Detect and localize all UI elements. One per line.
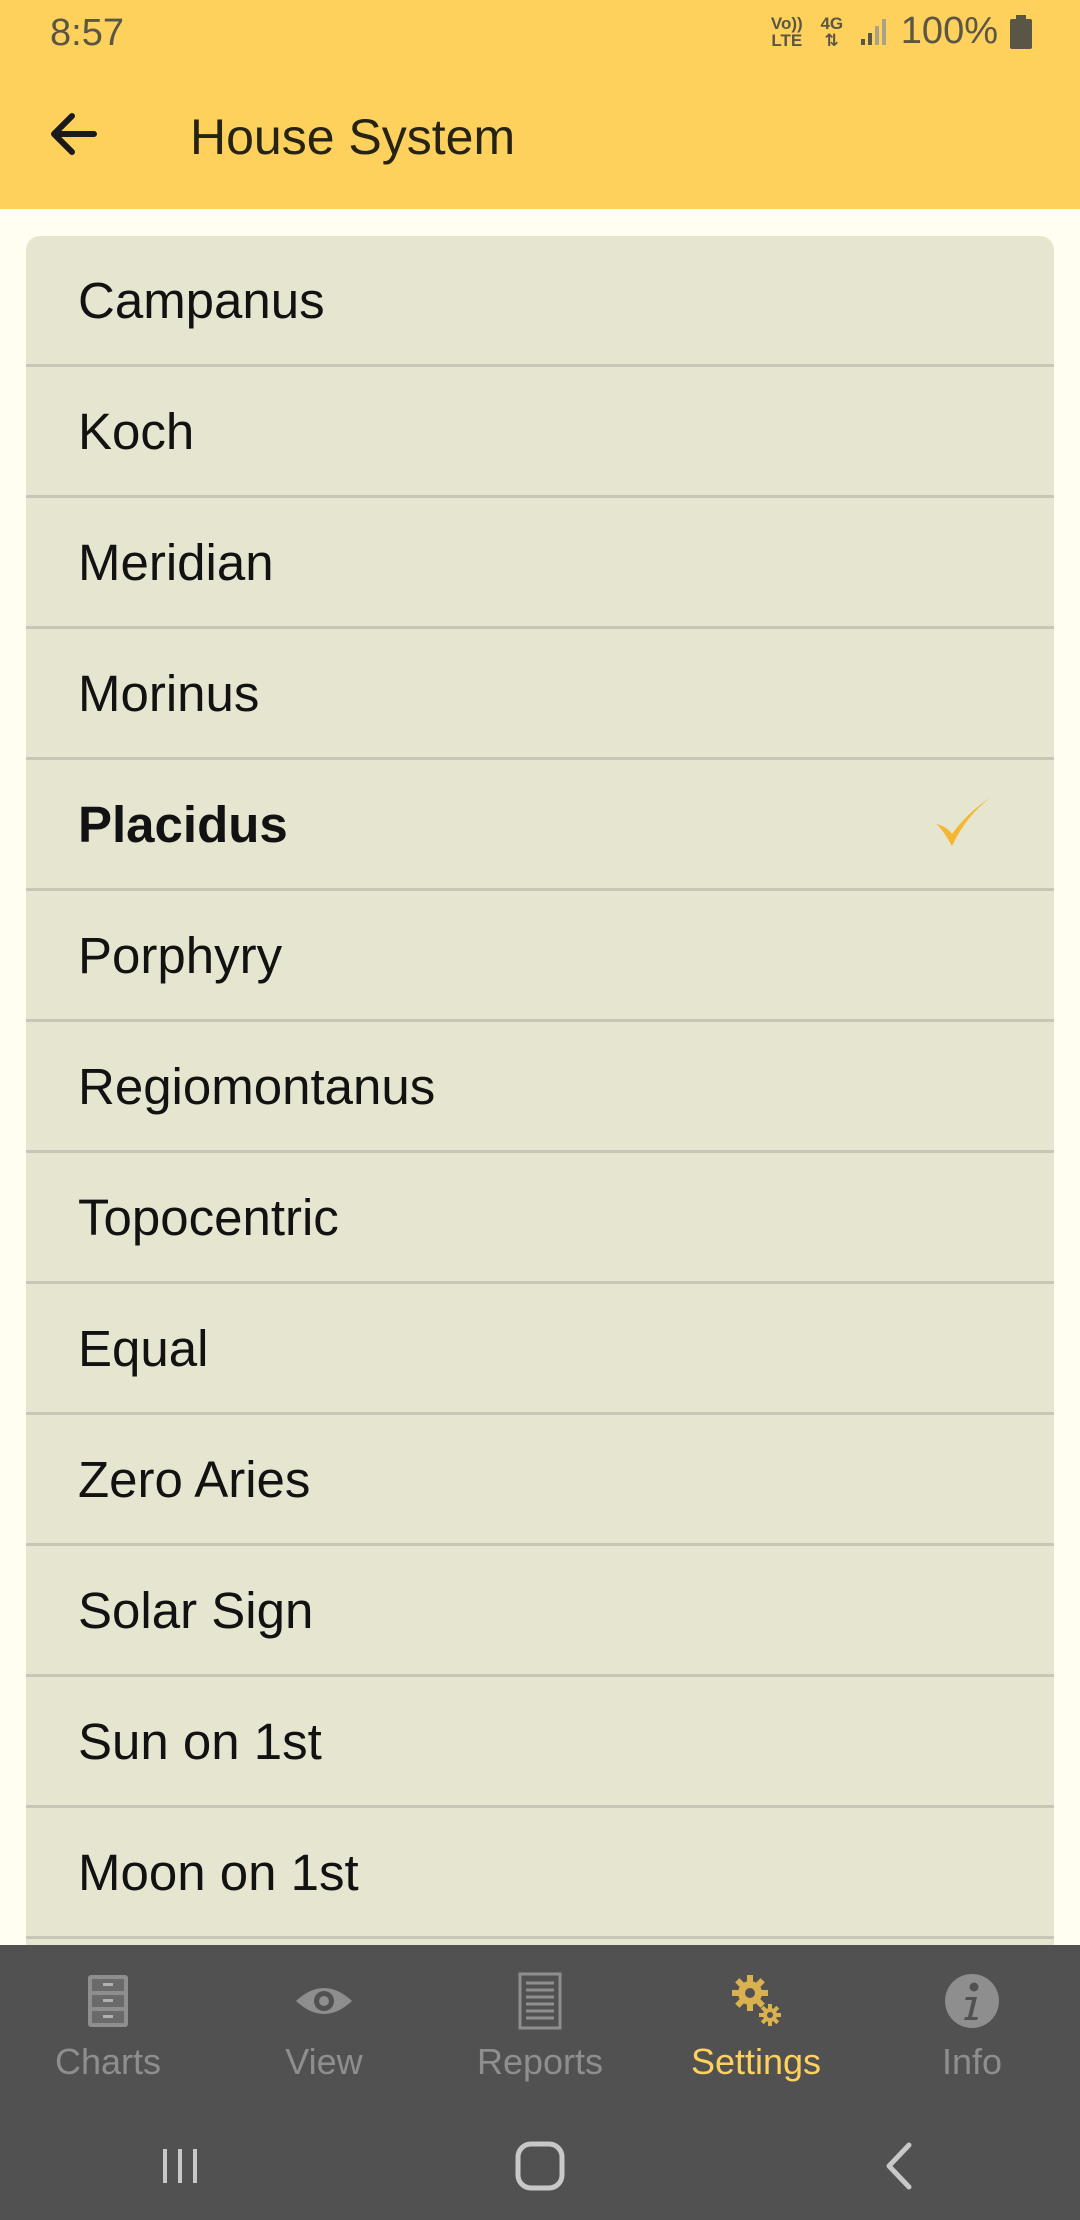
house-system-option[interactable]: Solar Sign [26, 1546, 1054, 1677]
eye-icon [296, 1988, 352, 2014]
house-system-label: Solar Sign [78, 1581, 314, 1639]
house-system-option-selected[interactable]: Placidus [26, 760, 1054, 891]
home-icon[interactable] [505, 2131, 575, 2201]
network-indicator: 4G ⇅ [817, 15, 847, 49]
volte-text: Vo)) [770, 13, 803, 33]
house-system-option[interactable]: Meridian [26, 498, 1054, 629]
house-system-label: Sun on 1st [78, 1712, 322, 1770]
house-system-option[interactable]: Moon on 1st [26, 1808, 1054, 1939]
app-bar: 8:57 Vo)) LTE 4G ⇅ 100% House System [0, 0, 1080, 209]
tab-view-label: View [285, 2041, 363, 2082]
house-system-label: Regiomontanus [78, 1057, 436, 1115]
house-system-label: Zero Aries [78, 1450, 311, 1508]
page-title: House System [190, 109, 516, 165]
tab-settings[interactable]: Settings [648, 1945, 864, 2111]
house-system-label: Porphyry [78, 926, 283, 984]
tab-reports[interactable]: Reports [432, 1945, 648, 2111]
data-arrows-icon: ⇅ [824, 30, 839, 50]
arrow-left-icon[interactable] [40, 100, 108, 168]
house-system-list: Campanus Koch Meridian Morinus Placidus … [26, 236, 1054, 1946]
checkmark-icon [936, 798, 990, 846]
house-system-label: Meridian [78, 533, 274, 591]
house-system-label: Equal [78, 1319, 209, 1377]
info-icon [945, 1974, 999, 2028]
tab-charts[interactable]: Charts [0, 1945, 216, 2111]
house-system-label: Moon on 1st [78, 1843, 359, 1901]
tab-view[interactable]: View [216, 1945, 432, 2111]
house-system-label: Placidus [78, 795, 288, 853]
tab-info-label: Info [941, 2041, 1003, 2082]
status-time: 8:57 [50, 12, 124, 54]
house-system-option[interactable]: Koch [26, 367, 1054, 498]
volte-indicator: Vo)) LTE [769, 15, 805, 49]
network-type: 4G [820, 13, 844, 33]
house-system-option[interactable]: Campanus [26, 236, 1054, 367]
system-nav-bar [0, 2111, 1080, 2220]
recents-icon[interactable] [145, 2131, 215, 2201]
house-system-label: Morinus [78, 664, 260, 722]
bottom-nav: Charts View Reports Settings Info [0, 1945, 1080, 2111]
lte-text: LTE [771, 30, 803, 50]
house-system-option[interactable]: Morinus [26, 629, 1054, 760]
house-system-option[interactable]: Zero Aries [26, 1415, 1054, 1546]
house-system-option[interactable]: Equal [26, 1284, 1054, 1415]
battery-icon [1010, 14, 1032, 49]
house-system-label: Koch [78, 402, 195, 460]
house-system-option[interactable]: Sun on 1st [26, 1677, 1054, 1808]
tab-info[interactable]: Info [864, 1945, 1080, 2111]
house-system-option[interactable]: Regiomontanus [26, 1022, 1054, 1153]
house-system-option[interactable]: Porphyry [26, 891, 1054, 1022]
status-icons: Vo)) LTE 4G ⇅ 100% [769, 10, 1032, 53]
back-icon[interactable] [865, 2131, 935, 2201]
house-system-option[interactable]: Topocentric [26, 1153, 1054, 1284]
tab-charts-label: Charts [54, 2041, 162, 2082]
file-cabinet-icon [88, 1975, 128, 2027]
signal-icon [860, 18, 886, 45]
house-system-label: Campanus [78, 271, 325, 329]
gears-icon [732, 1975, 781, 2026]
tab-settings-label: Settings [690, 2041, 822, 2082]
tab-reports-label: Reports [476, 2041, 604, 2082]
battery-percent: 100% [900, 10, 998, 52]
document-icon [518, 1972, 562, 2030]
house-system-label: Topocentric [78, 1188, 339, 1246]
